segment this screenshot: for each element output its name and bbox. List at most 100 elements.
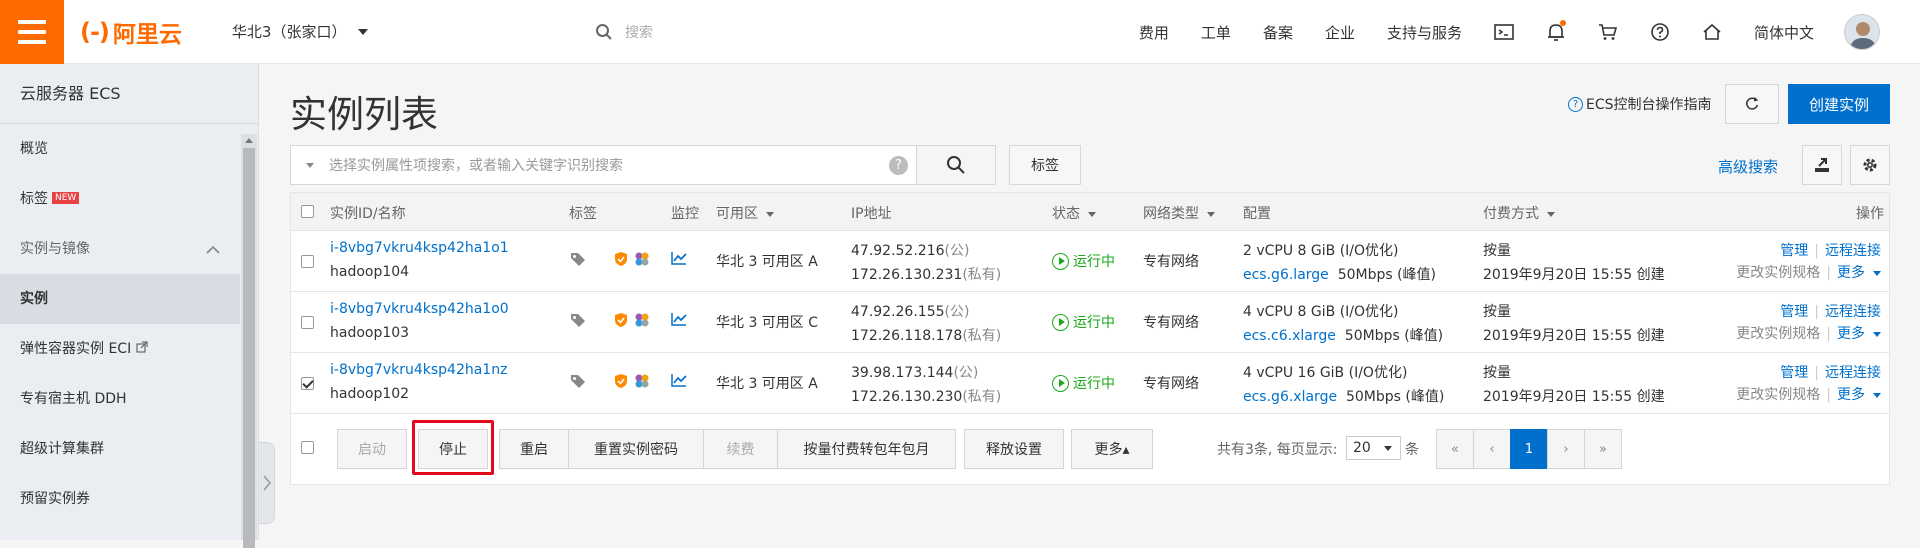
advanced-search-link[interactable]: 高级搜索 <box>1718 156 1778 177</box>
sidebar-scrollbar[interactable] <box>241 134 257 548</box>
nav-support[interactable]: 支持与服务 <box>1387 22 1462 43</box>
nav-tickets[interactable]: 工单 <box>1201 22 1231 43</box>
global-search[interactable]: 搜索 <box>595 22 653 42</box>
tag-icon[interactable] <box>569 373 587 393</box>
sidebar-item-eci[interactable]: 弹性容器实例 ECI <box>0 324 240 374</box>
search-icon <box>947 156 965 174</box>
prev-page-button[interactable]: ‹ <box>1473 429 1511 469</box>
caret-down-icon <box>1873 270 1881 276</box>
export-button[interactable] <box>1802 145 1842 185</box>
col-billing[interactable]: 付费方式 <box>1483 203 1555 223</box>
renew-button[interactable]: 续费 <box>703 429 778 469</box>
select-all-checkbox[interactable] <box>301 205 314 218</box>
instance-type-link[interactable]: ecs.g6.xlarge <box>1243 389 1337 405</box>
security-shield-icon[interactable] <box>614 312 628 332</box>
col-zone-label: 可用区 <box>716 206 758 222</box>
status-badge: 运行中 <box>1052 251 1115 271</box>
chevron-up-icon <box>206 245 220 254</box>
cloud-monitor-icon[interactable] <box>634 312 650 332</box>
col-status[interactable]: 状态 <box>1052 203 1096 223</box>
manage-link[interactable]: 管理 <box>1780 365 1808 381</box>
avatar[interactable] <box>1844 14 1880 50</box>
nav-icp[interactable]: 备案 <box>1263 22 1293 43</box>
help-icon[interactable] <box>1634 22 1686 42</box>
more-actions-button[interactable]: 更多▴ <box>1071 429 1153 469</box>
tag-filter-button[interactable]: 标签 <box>1009 145 1081 185</box>
sidebar-item-ddh[interactable]: 专有宿主机 DDH <box>0 374 240 424</box>
row-checkbox[interactable] <box>301 377 314 390</box>
search-help-icon[interactable]: ? <box>889 156 908 175</box>
instance-search-input[interactable]: 选择实例属性项搜索，或者输入关键字识别搜索 ? <box>290 145 917 185</box>
security-shield-icon[interactable] <box>614 251 628 271</box>
bell-icon[interactable] <box>1530 20 1582 42</box>
start-button[interactable]: 启动 <box>337 429 407 469</box>
instance-type-link[interactable]: ecs.g6.large <box>1243 267 1329 283</box>
tag-icon[interactable] <box>569 312 587 332</box>
monitor-chart-icon[interactable] <box>671 312 687 330</box>
nav-enterprise[interactable]: 企业 <box>1325 22 1355 43</box>
sidebar-item-hpc[interactable]: 超级计算集群 <box>0 424 240 474</box>
footer-select-all-checkbox[interactable] <box>301 441 314 454</box>
change-spec-link[interactable]: 更改实例规格 <box>1736 265 1820 281</box>
cloud-monitor-icon[interactable] <box>634 251 650 271</box>
next-page-button[interactable]: › <box>1547 429 1585 469</box>
change-spec-link[interactable]: 更改实例规格 <box>1736 387 1820 403</box>
reset-password-button[interactable]: 重置实例密码 <box>568 429 704 469</box>
caret-down-icon <box>1873 331 1881 337</box>
security-shield-icon[interactable] <box>614 373 628 393</box>
sidebar-group-instances-images[interactable]: 实例与镜像 <box>0 224 240 274</box>
change-spec-link[interactable]: 更改实例规格 <box>1736 326 1820 342</box>
caret-down-icon <box>358 28 369 35</box>
row-checkbox[interactable] <box>301 255 314 268</box>
manage-link[interactable]: 管理 <box>1780 304 1808 320</box>
remote-connect-link[interactable]: 远程连接 <box>1825 365 1881 381</box>
network-type: 专有网络 <box>1143 315 1199 331</box>
region-selector[interactable]: 华北3（张家口） <box>232 21 369 42</box>
cloud-monitor-icon[interactable] <box>634 373 650 393</box>
ecs-guide-link[interactable]: ? ECS控制台操作指南 <box>1568 94 1712 114</box>
instance-id-link[interactable]: i-8vbg7vkru4ksp42ha1nz <box>330 362 507 378</box>
aliyun-logo[interactable]: (-) 阿里云 <box>80 15 182 49</box>
more-link[interactable]: 更多 <box>1837 326 1865 342</box>
sidebar-item-instances[interactable]: 实例 <box>0 274 240 324</box>
row-checkbox[interactable] <box>301 316 314 329</box>
col-zone[interactable]: 可用区 <box>716 203 774 223</box>
status-text: 运行中 <box>1073 254 1115 270</box>
manage-link[interactable]: 管理 <box>1780 243 1808 259</box>
page-1-button[interactable]: 1 <box>1510 429 1548 469</box>
more-link[interactable]: 更多 <box>1837 265 1865 281</box>
sidebar-collapse-handle[interactable] <box>259 442 275 524</box>
create-instance-button[interactable]: 创建实例 <box>1788 84 1890 124</box>
tag-icon[interactable] <box>569 251 587 271</box>
terminal-icon[interactable] <box>1478 23 1530 41</box>
monitor-chart-icon[interactable] <box>671 373 687 391</box>
more-link[interactable]: 更多 <box>1837 387 1865 403</box>
remote-connect-link[interactable]: 远程连接 <box>1825 304 1881 320</box>
convert-billing-button[interactable]: 按量付费转包年包月 <box>777 429 956 469</box>
sidebar-item-overview[interactable]: 概览 <box>0 124 240 174</box>
last-page-button[interactable]: » <box>1584 429 1622 469</box>
sidebar-item-tags[interactable]: 标签 NEW <box>0 174 240 224</box>
scrollbar-thumb[interactable] <box>243 148 255 548</box>
remote-connect-link[interactable]: 远程连接 <box>1825 243 1881 259</box>
restart-button[interactable]: 重启 <box>499 429 569 469</box>
instance-id-link[interactable]: i-8vbg7vkru4ksp42ha1o1 <box>330 240 509 256</box>
language-selector[interactable]: 简体中文 <box>1754 22 1814 43</box>
search-button[interactable] <box>916 145 996 185</box>
home-icon[interactable] <box>1686 23 1738 41</box>
instance-type-link[interactable]: ecs.c6.xlarge <box>1243 328 1336 344</box>
cart-icon[interactable] <box>1582 23 1634 41</box>
monitor-chart-icon[interactable] <box>671 251 687 269</box>
scroll-up-icon[interactable] <box>241 134 257 146</box>
settings-button[interactable] <box>1850 145 1890 185</box>
refresh-button[interactable] <box>1725 84 1779 124</box>
sidebar-item-reserved[interactable]: 预留实例券 <box>0 474 240 524</box>
nav-fees[interactable]: 费用 <box>1139 22 1169 43</box>
menu-icon[interactable] <box>0 0 64 64</box>
release-settings-button[interactable]: 释放设置 <box>964 429 1064 469</box>
instance-id-link[interactable]: i-8vbg7vkru4ksp42ha1o0 <box>330 301 509 317</box>
first-page-button[interactable]: « <box>1436 429 1474 469</box>
page-size-select[interactable]: 20 <box>1346 436 1401 460</box>
col-network[interactable]: 网络类型 <box>1143 203 1215 223</box>
dropdown-icon[interactable] <box>306 162 314 168</box>
